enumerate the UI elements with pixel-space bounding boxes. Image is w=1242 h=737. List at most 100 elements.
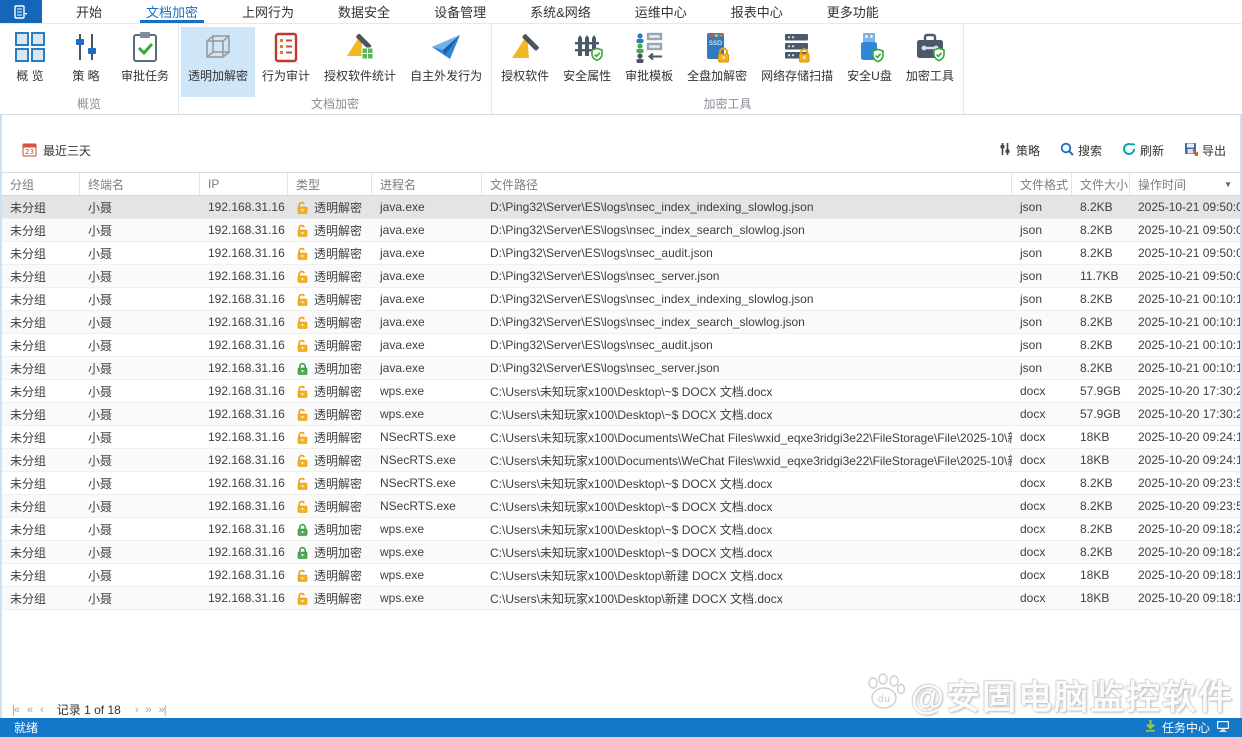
ribbon-item-透明加解密[interactable]: 透明加解密 xyxy=(181,27,255,97)
cell-process: java.exe xyxy=(372,219,482,241)
table-row[interactable]: 未分组小聂192.168.31.16透明解密java.exeD:\Ping32\… xyxy=(2,334,1240,357)
tab-更多功能[interactable]: 更多功能 xyxy=(805,0,901,23)
cell-size: 8.2KB xyxy=(1072,357,1130,379)
task-center-button[interactable]: 任务中心 xyxy=(1145,719,1230,736)
column-label: 文件大小 xyxy=(1080,176,1128,193)
monitor-icon xyxy=(1216,720,1230,735)
cell-size: 18KB xyxy=(1072,426,1130,448)
task-center-label: 任务中心 xyxy=(1162,719,1210,736)
column-header-path[interactable]: 文件路径 xyxy=(482,173,1012,195)
ribbon-item-label: 加密工具 xyxy=(906,67,954,84)
last-page-button[interactable]: »| xyxy=(155,704,170,716)
tab-开始[interactable]: 开始 xyxy=(54,0,124,23)
cell-group: 未分组 xyxy=(2,242,80,264)
ribbon-item-label: 安全U盘 xyxy=(847,67,892,84)
app-menu-icon xyxy=(14,5,28,19)
lock-open-icon xyxy=(296,224,309,237)
table-row[interactable]: 未分组小聂192.168.31.16透明解密java.exeD:\Ping32\… xyxy=(2,219,1240,242)
ribbon-item-授权软件[interactable]: 授权软件 xyxy=(494,27,556,97)
table-row[interactable]: 未分组小聂192.168.31.16透明解密java.exeD:\Ping32\… xyxy=(2,288,1240,311)
cell-type: 透明解密 xyxy=(288,311,372,333)
table-row[interactable]: 未分组小聂192.168.31.16透明解密java.exeD:\Ping32\… xyxy=(2,242,1240,265)
app-menu-button[interactable] xyxy=(0,0,42,23)
table-row[interactable]: 未分组小聂192.168.31.16透明解密NSecRTS.exeC:\User… xyxy=(2,426,1240,449)
ribbon-item-行为审计[interactable]: 行为审计 xyxy=(255,27,317,97)
tab-上网行为[interactable]: 上网行为 xyxy=(220,0,316,23)
cell-time: 2025-10-20 17:30:21 xyxy=(1130,403,1240,425)
column-header-format[interactable]: 文件格式 xyxy=(1012,173,1072,195)
tab-数据安全[interactable]: 数据安全 xyxy=(316,0,412,23)
ribbon-item-安全属性[interactable]: 安全属性 xyxy=(556,27,618,97)
cell-path: C:\Users\未知玩家x100\Desktop\新建 DOCX 文档.doc… xyxy=(482,564,1012,586)
prev-page-button[interactable]: ‹ xyxy=(36,704,47,716)
cell-ip: 192.168.31.16 xyxy=(200,334,288,356)
column-header-type[interactable]: 类型 xyxy=(288,173,372,195)
ribbon-item-全盘加解密[interactable]: SSD全盘加解密 xyxy=(680,27,754,97)
table-row[interactable]: 未分组小聂192.168.31.16透明解密wps.exeC:\Users\未知… xyxy=(2,403,1240,426)
table-row[interactable]: 未分组小聂192.168.31.16透明解密wps.exeC:\Users\未知… xyxy=(2,587,1240,610)
table-row[interactable]: 未分组小聂192.168.31.16透明加密java.exeD:\Ping32\… xyxy=(2,357,1240,380)
pagination: |««‹ 记录 1 of 18 ›»»| xyxy=(2,700,1240,718)
ribbon-item-label: 策 略 xyxy=(72,67,99,84)
action-策略[interactable]: 策略 xyxy=(998,142,1040,159)
table-row[interactable]: 未分组小聂192.168.31.16透明解密NSecRTS.exeC:\User… xyxy=(2,449,1240,472)
tab-报表中心[interactable]: 报表中心 xyxy=(709,0,805,23)
table-row[interactable]: 未分组小聂192.168.31.16透明解密wps.exeC:\Users\未知… xyxy=(2,380,1240,403)
tab-文档加密[interactable]: 文档加密 xyxy=(124,0,220,23)
column-header-group[interactable]: 分组 xyxy=(2,173,80,195)
ribbon-item-策略[interactable]: 策 略 xyxy=(58,27,114,97)
cell-path: C:\Users\未知玩家x100\Documents\WeChat Files… xyxy=(482,426,1012,448)
table-row[interactable]: 未分组小聂192.168.31.16透明解密java.exeD:\Ping32\… xyxy=(2,196,1240,219)
ribbon-item-审批任务[interactable]: 审批任务 xyxy=(114,27,176,97)
ribbon-item-网络存储扫描[interactable]: 网络存储扫描 xyxy=(754,27,840,97)
fast-next-button[interactable]: » xyxy=(142,704,155,716)
tab-设备管理[interactable]: 设备管理 xyxy=(412,0,508,23)
next-page-button[interactable]: › xyxy=(131,704,142,716)
lock-open-icon xyxy=(296,592,309,605)
action-搜索[interactable]: 搜索 xyxy=(1060,142,1102,159)
column-header-terminal[interactable]: 终端名 xyxy=(80,173,200,195)
action-导出[interactable]: 导出 xyxy=(1184,142,1226,159)
table-row[interactable]: 未分组小聂192.168.31.16透明加密wps.exeC:\Users\未知… xyxy=(2,518,1240,541)
ribbon-item-自主外发行为[interactable]: 自主外发行为 xyxy=(403,27,489,97)
ribbon-item-授权软件统计[interactable]: 授权软件统计 xyxy=(317,27,403,97)
sort-desc-icon[interactable]: ▼ xyxy=(1224,180,1232,189)
first-page-button[interactable]: |« xyxy=(8,704,23,716)
cell-path: C:\Users\未知玩家x100\Desktop\~$ DOCX 文档.doc… xyxy=(482,541,1012,563)
ribbon-group-label: 文档加密 xyxy=(181,97,489,114)
type-label: 透明解密 xyxy=(314,337,362,354)
date-filter-button[interactable]: 23 最近三天 xyxy=(22,142,91,160)
ribbon-item-概览[interactable]: 概 览 xyxy=(2,27,58,97)
column-label: 终端名 xyxy=(88,176,124,193)
cell-ip: 192.168.31.16 xyxy=(200,380,288,402)
column-header-process[interactable]: 进程名 xyxy=(372,173,482,195)
cell-ip: 192.168.31.16 xyxy=(200,357,288,379)
column-header-time[interactable]: 操作时间▼ xyxy=(1130,173,1240,195)
fast-prev-button[interactable]: « xyxy=(23,704,36,716)
table-row[interactable]: 未分组小聂192.168.31.16透明解密java.exeD:\Ping32\… xyxy=(2,265,1240,288)
cell-ip: 192.168.31.16 xyxy=(200,242,288,264)
cell-group: 未分组 xyxy=(2,472,80,494)
table-row[interactable]: 未分组小聂192.168.31.16透明解密java.exeD:\Ping32\… xyxy=(2,311,1240,334)
ribbon: 概 览策 略审批任务概览透明加解密行为审计授权软件统计自主外发行为文档加密授权软… xyxy=(0,24,1242,115)
column-header-ip[interactable]: IP xyxy=(200,173,288,195)
table-row[interactable]: 未分组小聂192.168.31.16透明解密NSecRTS.exeC:\User… xyxy=(2,495,1240,518)
tab-运维中心[interactable]: 运维中心 xyxy=(613,0,709,23)
ribbon-item-审批模板[interactable]: 审批模板 xyxy=(618,27,680,97)
table-row[interactable]: 未分组小聂192.168.31.16透明解密NSecRTS.exeC:\User… xyxy=(2,472,1240,495)
cell-path: C:\Users\未知玩家x100\Desktop\~$ DOCX 文档.doc… xyxy=(482,380,1012,402)
ribbon-item-label: 授权软件 xyxy=(501,67,549,84)
ribbon-item-安全U盘[interactable]: 安全U盘 xyxy=(840,27,899,97)
column-label: IP xyxy=(208,177,219,191)
cell-format: json xyxy=(1012,288,1072,310)
cell-group: 未分组 xyxy=(2,449,80,471)
ribbon-item-加密工具[interactable]: 加密工具 xyxy=(899,27,961,97)
search-icon xyxy=(1060,142,1074,159)
action-刷新[interactable]: 刷新 xyxy=(1122,142,1164,159)
cell-size: 8.2KB xyxy=(1072,334,1130,356)
tab-系统&网络[interactable]: 系统&网络 xyxy=(508,0,613,23)
table-row[interactable]: 未分组小聂192.168.31.16透明加密wps.exeC:\Users\未知… xyxy=(2,541,1240,564)
table-row[interactable]: 未分组小聂192.168.31.16透明解密wps.exeC:\Users\未知… xyxy=(2,564,1240,587)
lock-open-icon xyxy=(296,247,309,260)
column-header-size[interactable]: 文件大小 xyxy=(1072,173,1130,195)
